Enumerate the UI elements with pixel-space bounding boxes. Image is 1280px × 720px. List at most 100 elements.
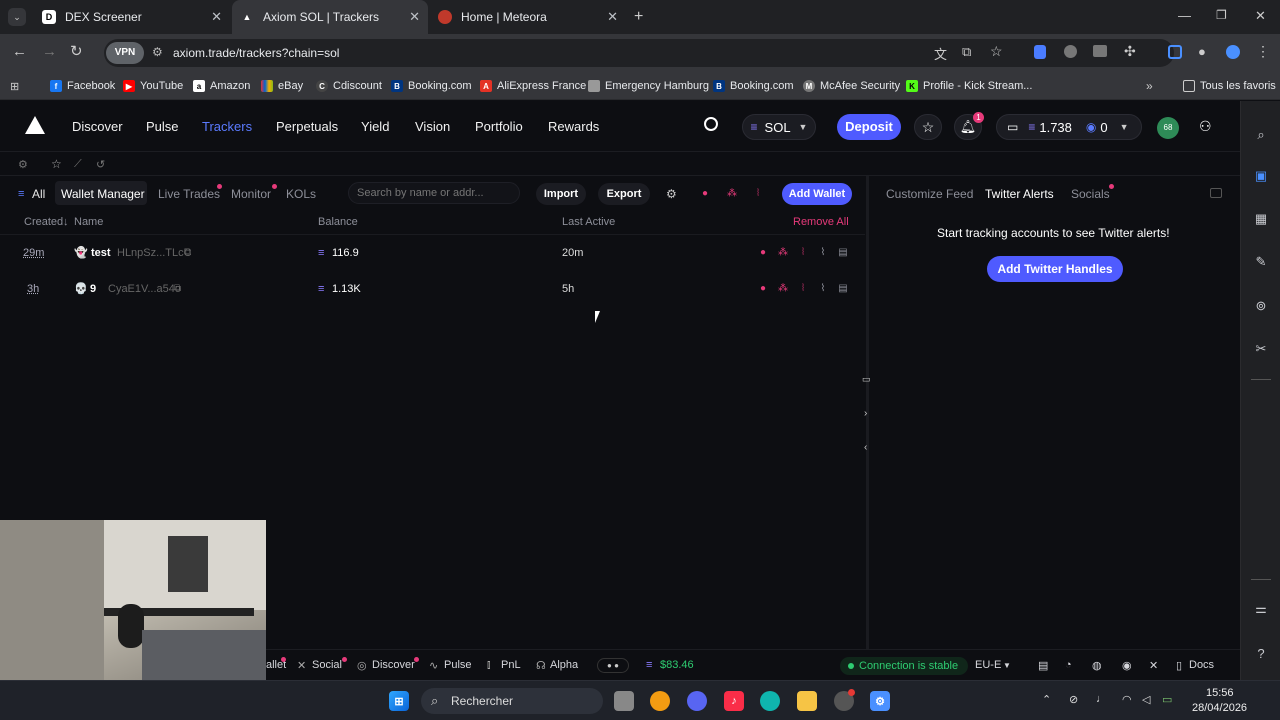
edge-icon[interactable]	[760, 691, 780, 711]
bookmark-emergency-hamburg[interactable]: Emergency Hamburg	[588, 72, 709, 100]
search-icon[interactable]	[704, 117, 718, 131]
alert-bell-icon[interactable]: ●	[700, 189, 710, 199]
bookmark-booking[interactable]: B Booking.com	[391, 72, 472, 100]
settings-gear-icon[interactable]: ⚙	[18, 158, 28, 171]
help-icon[interactable]: ?	[1253, 646, 1269, 662]
close-tab-icon[interactable]: ✕	[607, 9, 618, 25]
tab-live-trades[interactable]: Live Trades	[158, 187, 220, 201]
footer-pulse[interactable]: Pulse	[444, 659, 472, 671]
wallet-address[interactable]: CyaE1V...a54o	[108, 283, 181, 295]
docs-link[interactable]: Docs	[1189, 659, 1214, 671]
wifi-icon[interactable]: ◠	[1122, 693, 1132, 706]
bookmark-booking-2[interactable]: B Booking.com	[713, 72, 794, 100]
history-icon[interactable]: ↺	[96, 158, 105, 171]
chevron-right-icon[interactable]: ›	[864, 408, 867, 419]
sliders-icon[interactable]: ⚌	[1253, 601, 1269, 617]
bookmark-facebook[interactable]: f Facebook	[50, 72, 115, 100]
bookmark-mcafee[interactable]: M McAfee Security	[803, 72, 900, 100]
new-tab-icon[interactable]: +	[634, 8, 643, 26]
chart-icon[interactable]: ⌇	[818, 284, 828, 294]
alert-bell-icon[interactable]: ●	[758, 284, 768, 294]
sidepanel-icon[interactable]	[1168, 45, 1182, 59]
tab-kols[interactable]: KOLs	[286, 187, 316, 201]
tools-icon[interactable]: ✂	[1253, 341, 1269, 357]
reload-icon[interactable]: ↻	[70, 42, 83, 60]
wallet-address[interactable]: HLnpSz...TLcC	[117, 247, 192, 259]
sync-check-icon[interactable]	[1226, 45, 1240, 59]
tab-twitter-alerts[interactable]: Twitter Alerts	[985, 187, 1054, 201]
chart-icon[interactable]: ⌇	[818, 248, 828, 258]
tab-monitor[interactable]: Monitor	[231, 187, 271, 201]
windows-start-icon[interactable]: ⊞	[389, 691, 409, 711]
nav-perpetuals[interactable]: Perpetuals	[276, 119, 338, 134]
wallet-search-input[interactable]	[348, 182, 520, 204]
chart-icon[interactable]: ⟋	[74, 158, 82, 171]
sort-arrow-down-icon[interactable]: ↓	[63, 216, 69, 228]
copy-icon[interactable]: ⧉	[184, 247, 191, 258]
share-nodes-icon[interactable]: ⁂	[778, 248, 788, 258]
notes-icon[interactable]: ✎	[1253, 254, 1269, 270]
search-icon[interactable]: ⌕	[1253, 127, 1269, 143]
battery-icon[interactable]: ▭	[1162, 693, 1172, 706]
chevron-down-icon[interactable]: ▼	[1003, 661, 1011, 670]
col-created[interactable]: Created	[24, 216, 63, 228]
nav-yield[interactable]: Yield	[361, 119, 389, 134]
minimize-icon[interactable]: —	[1178, 8, 1191, 23]
add-wallet-button[interactable]: Add Wallet	[782, 183, 852, 205]
avatar[interactable]: 68	[1157, 117, 1179, 139]
nav-portfolio[interactable]: Portfolio	[475, 119, 523, 134]
settings-icon[interactable]: ⚙	[870, 691, 890, 711]
microphone-icon[interactable]: ♩	[1096, 693, 1107, 705]
tab-customize-feed[interactable]: Customize Feed	[886, 187, 973, 201]
close-tab-icon[interactable]: ✕	[211, 9, 222, 25]
chain-selector[interactable]: ≡ SOL ▼	[742, 114, 816, 140]
restore-icon[interactable]: ❐	[1216, 8, 1227, 22]
account-icon[interactable]: ⚇	[1199, 118, 1212, 135]
extensions-puzzle-icon[interactable]: ✣	[1124, 43, 1136, 60]
collapse-panel-icon[interactable]	[1210, 188, 1222, 198]
forward-icon[interactable]: →	[42, 43, 57, 60]
bell-icon[interactable]: ◔	[1065, 659, 1072, 671]
footer-social[interactable]: Social	[312, 659, 342, 671]
table-row[interactable]: 29m 👻 test HLnpSz...TLcC ⧉ ≡ 116.9 20m ●…	[0, 235, 865, 271]
wallet-name[interactable]: test	[91, 247, 111, 259]
share-nodes-icon[interactable]: ⁂	[727, 189, 737, 199]
taskbar-search[interactable]: ⌕ Rechercher	[421, 688, 603, 714]
palette-icon[interactable]: ◍	[1092, 659, 1102, 672]
menu-kebab-icon[interactable]: ⋮	[1256, 43, 1270, 60]
tab-search-icon[interactable]: ⌄	[8, 8, 26, 26]
nav-pulse[interactable]: Pulse	[146, 119, 179, 134]
footer-pnl[interactable]: PnL	[501, 659, 521, 671]
x-logo-icon[interactable]: ✕	[1149, 659, 1158, 672]
panel-toggle-icon[interactable]: ▭	[862, 374, 871, 385]
calculator-icon[interactable]: ▦	[1253, 211, 1269, 227]
bookmark-youtube[interactable]: ▶ YouTube	[123, 72, 183, 100]
bookmark-aliexpress[interactable]: A AliExpress France	[480, 72, 586, 100]
tab-meteora[interactable]: Home | Meteora ✕	[430, 0, 626, 34]
presets-toggle-icon[interactable]: ● ●	[597, 658, 629, 673]
watchlist-star-icon[interactable]: ☆	[914, 114, 942, 140]
bookmark-kick[interactable]: K Profile - Kick Stream...	[906, 72, 1032, 100]
discord-icon[interactable]: ◉	[1122, 659, 1132, 672]
nav-vision[interactable]: Vision	[415, 119, 450, 134]
add-twitter-handles-button[interactable]: Add Twitter Handles	[987, 256, 1123, 282]
site-info-icon[interactable]: ⚙	[152, 45, 163, 59]
clock-time[interactable]: 15:56	[1206, 687, 1234, 699]
gamepad-icon[interactable]: ⊚	[1253, 298, 1269, 314]
footer-discover[interactable]: Discover	[372, 659, 415, 671]
alert-bell-icon[interactable]: ●	[758, 248, 768, 258]
extension-video-icon[interactable]	[1093, 45, 1107, 57]
bookmark-cdiscount[interactable]: C Cdiscount	[316, 72, 382, 100]
close-window-icon[interactable]: ✕	[1255, 8, 1266, 24]
task-view-icon[interactable]	[614, 691, 634, 711]
tab-axiom-trackers[interactable]: ▲ Axiom SOL | Trackers ✕	[232, 0, 428, 34]
url-text[interactable]: axiom.trade/trackers?chain=sol	[173, 46, 339, 60]
omnibox[interactable]: VPN ⚙ axiom.trade/trackers?chain=sol 文 ⧉…	[104, 39, 1174, 67]
nav-rewards[interactable]: Rewards	[548, 119, 599, 134]
music-icon[interactable]: ♪	[724, 691, 744, 711]
extension-shield-icon[interactable]	[1064, 45, 1077, 58]
install-icon[interactable]: ⧉	[962, 44, 971, 60]
volume-icon[interactable]: ◁	[1142, 693, 1150, 706]
layout-icon[interactable]: ▤	[1038, 659, 1048, 672]
apps-grid-icon[interactable]: ⊞	[10, 80, 19, 93]
